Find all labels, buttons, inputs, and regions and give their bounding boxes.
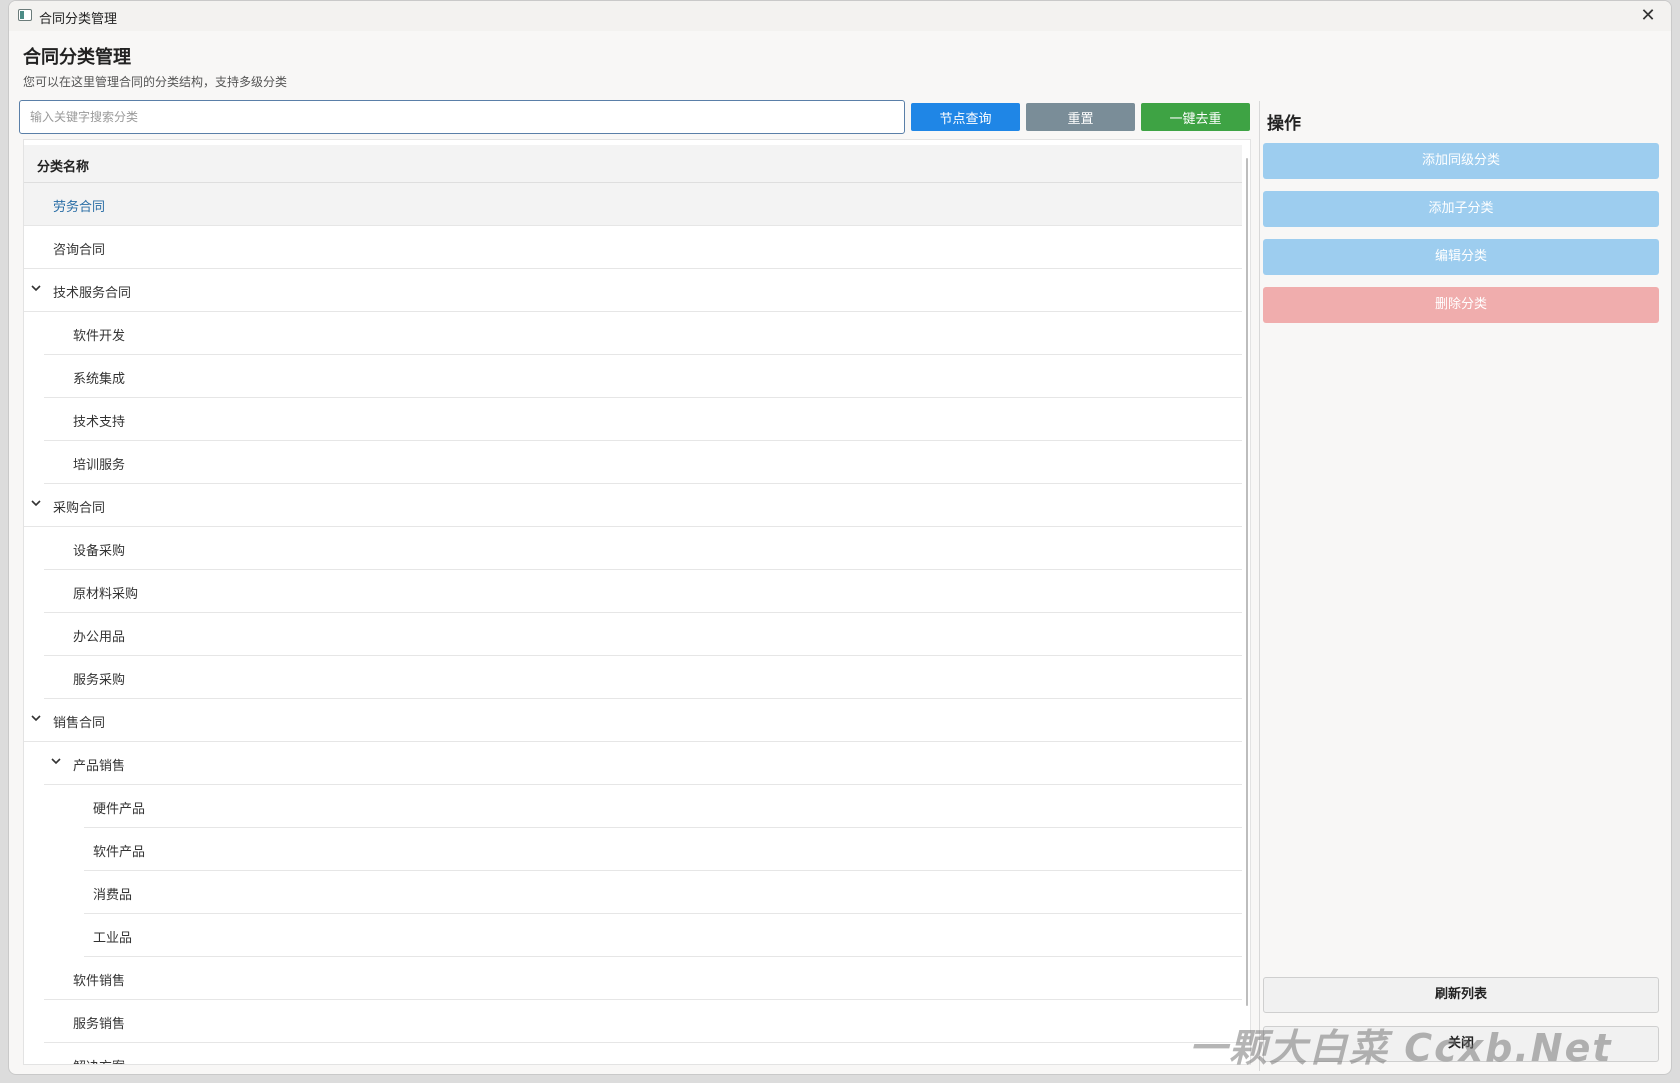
tree-row-label: 硬件产品: [93, 802, 146, 817]
tree-row[interactable]: 设备采购: [24, 527, 1242, 570]
column-header-category-name: 分类名称: [37, 160, 90, 175]
tree-row-label: 服务采购: [73, 673, 126, 688]
tree-row[interactable]: 劳务合同: [24, 183, 1242, 226]
tree-row[interactable]: 技术支持: [24, 398, 1242, 441]
chevron-down-icon[interactable]: [29, 496, 43, 510]
page-title: 合同分类管理: [23, 47, 131, 68]
tree-row-label: 软件销售: [73, 974, 126, 989]
node-query-button[interactable]: 节点查询: [911, 103, 1020, 131]
tree-row[interactable]: 工业品: [24, 914, 1242, 957]
tree-row-label: 技术支持: [73, 415, 126, 430]
chevron-down-icon[interactable]: [29, 281, 43, 295]
tree-row-label: 原材料采购: [73, 587, 139, 602]
dedupe-button[interactable]: 一键去重: [1141, 103, 1250, 131]
tree-row-label: 消费品: [93, 888, 133, 903]
tree-rows: 劳务合同咨询合同技术服务合同软件开发系统集成技术支持培训服务采购合同设备采购原材…: [24, 183, 1242, 1064]
tree-row-label: 解决方案: [73, 1056, 125, 1064]
tree-row[interactable]: 培训服务: [24, 441, 1242, 484]
tree-row[interactable]: 原材料采购: [24, 570, 1242, 613]
tree-row-label: 采购合同: [53, 501, 106, 516]
watermark: 一颗大白菜 Ccxb.Net: [1189, 1026, 1613, 1070]
tree-row-label: 咨询合同: [53, 243, 106, 258]
window-title: 合同分类管理: [39, 12, 118, 27]
panel-divider[interactable]: [1259, 101, 1260, 1071]
tree-row[interactable]: 技术服务合同: [24, 269, 1242, 312]
tree-row[interactable]: 软件产品: [24, 828, 1242, 871]
tree-header: 分类名称: [24, 145, 1242, 183]
tree-row-label: 培训服务: [73, 458, 126, 473]
tree-row-label: 劳务合同: [53, 200, 106, 215]
add-sibling-category-button[interactable]: 添加同级分类: [1263, 143, 1659, 179]
tree-row-label: 工业品: [93, 931, 133, 946]
category-tree: 分类名称 劳务合同咨询合同技术服务合同软件开发系统集成技术支持培训服务采购合同设…: [23, 139, 1251, 1065]
tree-row[interactable]: 产品销售: [24, 742, 1242, 785]
dialog-window: 合同分类管理 ✕ 合同分类管理 您可以在这里管理合同的分类结构，支持多级分类 节…: [8, 0, 1672, 1075]
tree-row[interactable]: 解决方案: [24, 1043, 1242, 1064]
tree-row[interactable]: 系统集成: [24, 355, 1242, 398]
reset-button[interactable]: 重置: [1026, 103, 1135, 131]
tree-row-label: 销售合同: [53, 716, 106, 731]
tree-row[interactable]: 服务销售: [24, 1000, 1242, 1043]
close-icon[interactable]: ✕: [1635, 3, 1661, 29]
tree-row[interactable]: 销售合同: [24, 699, 1242, 742]
tree-row-label: 设备采购: [73, 544, 126, 559]
app-icon: [18, 9, 32, 21]
refresh-list-button[interactable]: 刷新列表: [1263, 977, 1659, 1013]
search-input[interactable]: [19, 100, 905, 134]
tree-row-label: 技术服务合同: [53, 286, 132, 301]
tree-scrollbar[interactable]: [1246, 158, 1248, 1006]
tree-row[interactable]: 咨询合同: [24, 226, 1242, 269]
tree-row[interactable]: 采购合同: [24, 484, 1242, 527]
edit-category-button[interactable]: 编辑分类: [1263, 239, 1659, 275]
page-subtitle: 您可以在这里管理合同的分类结构，支持多级分类: [23, 75, 288, 89]
tree-row[interactable]: 办公用品: [24, 613, 1242, 656]
tree-row[interactable]: 硬件产品: [24, 785, 1242, 828]
tree-row-label: 产品销售: [73, 759, 126, 774]
chevron-down-icon[interactable]: [49, 754, 63, 768]
tree-row[interactable]: 服务采购: [24, 656, 1242, 699]
tree-row-label: 服务销售: [73, 1017, 126, 1032]
tree-row-label: 软件产品: [93, 845, 146, 860]
tree-row-label: 办公用品: [73, 630, 126, 645]
tree-row-label: 软件开发: [73, 329, 126, 344]
add-child-category-button[interactable]: 添加子分类: [1263, 191, 1659, 227]
tree-row-label: 系统集成: [73, 372, 126, 387]
tree-row[interactable]: 消费品: [24, 871, 1242, 914]
delete-category-button[interactable]: 删除分类: [1263, 287, 1659, 323]
tree-row[interactable]: 软件销售: [24, 957, 1242, 1000]
tree-row[interactable]: 软件开发: [24, 312, 1242, 355]
operations-title: 操作: [1267, 114, 1301, 134]
title-bar: 合同分类管理 ✕: [9, 1, 1671, 31]
chevron-down-icon[interactable]: [29, 711, 43, 725]
